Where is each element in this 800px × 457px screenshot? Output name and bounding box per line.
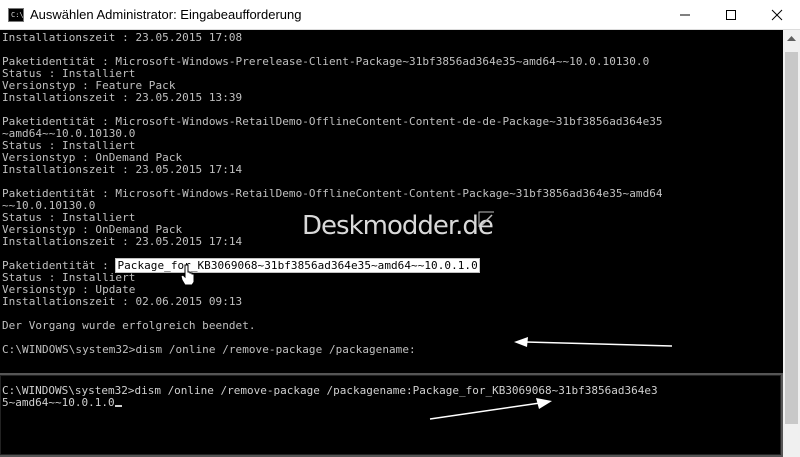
arrow-icon bbox=[514, 337, 673, 347]
scroll-up-icon[interactable] bbox=[783, 30, 800, 47]
console-line: Installationszeit : 23.05.2015 13:39 bbox=[2, 91, 243, 104]
selected-package-name[interactable]: Package_for_KB3069068~31bf3856ad364e35~a… bbox=[115, 258, 480, 273]
console-line: Paketidentität : Microsoft-Windows-Retai… bbox=[2, 187, 663, 200]
console-line: Installationszeit : 23.05.2015 17:14 bbox=[2, 235, 243, 248]
text-cursor bbox=[114, 405, 122, 407]
minimize-button[interactable] bbox=[662, 0, 708, 30]
minimize-icon bbox=[680, 14, 690, 16]
window-title: Auswählen Administrator: Eingabeaufforde… bbox=[30, 7, 302, 22]
console-line: Installationszeit : 23.05.2015 17:14 bbox=[2, 163, 243, 176]
close-icon bbox=[771, 9, 783, 21]
console-prompt-line: C:\WINDOWS\system32>dism /online /remove… bbox=[2, 343, 416, 356]
console-inset-zoom: C:\WINDOWS\system32>dism /online /remove… bbox=[0, 373, 783, 457]
arrow-icon bbox=[429, 398, 552, 420]
console-line: Installationszeit : 02.06.2015 09:13 bbox=[2, 295, 243, 308]
maximize-button[interactable] bbox=[708, 0, 754, 30]
inset-command-line-continued: 5~amd64~~10.0.1.0 bbox=[2, 397, 122, 409]
console-line: Der Vorgang wurde erfolgreich beendet. bbox=[2, 319, 256, 332]
console-line: Installationszeit : 23.05.2015 17:08 bbox=[2, 31, 243, 44]
title-bar: C:\ Auswählen Administrator: Eingabeauff… bbox=[0, 0, 800, 30]
hand-cursor-icon bbox=[180, 264, 195, 286]
inset-command-tail: 5~amd64~~10.0.1.0 bbox=[2, 396, 115, 409]
cmd-icon: C:\ bbox=[8, 8, 24, 22]
watermark-edit-icon bbox=[478, 211, 494, 227]
maximize-icon bbox=[726, 10, 736, 20]
scrollbar-thumb[interactable] bbox=[785, 52, 798, 424]
watermark-text: Deskmodder.de bbox=[302, 211, 494, 241]
cmd-icon-label: C:\ bbox=[11, 11, 24, 19]
vertical-scrollbar[interactable] bbox=[783, 30, 800, 457]
close-button[interactable] bbox=[754, 0, 800, 30]
